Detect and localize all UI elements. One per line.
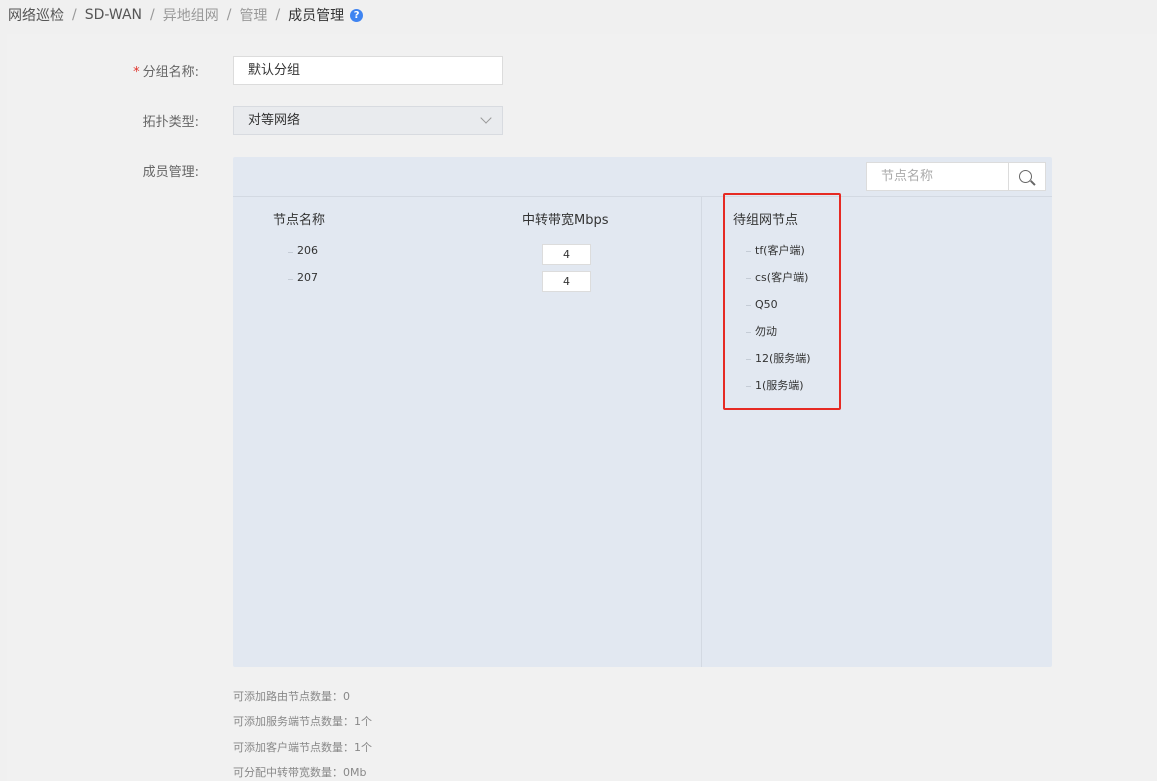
pending-node-item[interactable]: cs(客户端) [746,269,811,296]
pending-node-item[interactable]: Q50 [746,296,811,323]
member-management-panel: 节点名称 节点名称 中转带宽Mbps 待组网节点 206 4 207 4 tf(… [233,157,1052,667]
pending-node-label: 12(服务端) [755,352,811,365]
stat-server-nodes: 可添加服务端节点数量：1个 [233,715,372,728]
chevron-down-icon [480,112,492,124]
member-management-label: 成员管理: [142,165,199,180]
pending-node-item[interactable]: tf(客户端) [746,242,811,269]
member-toolbar: 节点名称 [233,157,1052,197]
stat-relay-bandwidth: 可分配中转带宽数量：0Mb [233,766,367,779]
group-name-label-text: 分组名称: [142,65,199,80]
breadcrumb-separator: / [150,7,155,23]
group-name-input[interactable]: 默认分组 [233,56,503,85]
bandwidth-column-header: 中转带宽Mbps [522,213,609,228]
pending-node-item[interactable]: 勿动 [746,323,811,350]
topology-label: 拓扑类型: [142,115,199,130]
column-divider [701,197,702,667]
node-name-column-header: 节点名称 [273,213,326,228]
pending-node-label: 1(服务端) [755,379,804,392]
pending-node-label: tf(客户端) [755,244,805,257]
breadcrumb-item-member-management: 成员管理 [288,8,345,24]
breadcrumb-separator: / [226,7,232,23]
breadcrumb-item-remote-network[interactable]: 异地组网 [163,5,219,25]
breadcrumb: 网络巡检 / SD-WAN / 异地组网 / 管理 / 成员管理 ? [8,4,364,26]
pending-node-item[interactable]: 12(服务端) [746,350,811,377]
bandwidth-input[interactable]: 4 [542,271,591,292]
group-name-label: * 分组名称: [99,61,199,80]
node-search-input[interactable]: 节点名称 [866,162,1008,191]
topology-select-value: 对等网络 [248,113,301,128]
pending-node-item[interactable]: 1(服务端) [746,377,811,404]
pending-nodes-list: tf(客户端) cs(客户端) Q50 勿动 12(服务端) 1(服务端) [746,242,811,404]
breadcrumb-separator: / [72,7,77,23]
breadcrumb-item-manage[interactable]: 管理 [239,5,267,25]
search-button[interactable] [1008,162,1046,191]
stat-client-nodes: 可添加客户端节点数量：1个 [233,741,372,754]
breadcrumb-item-sdwan[interactable]: SD-WAN [85,7,142,23]
member-node-name: 206 [297,244,318,257]
member-node-row[interactable]: 207 [288,271,318,284]
pending-node-label: 勿动 [755,325,777,338]
pending-node-label: Q50 [755,298,778,311]
required-mark: * [133,65,140,80]
topology-select[interactable]: 对等网络 [233,106,503,135]
stat-route-nodes: 可添加路由节点数量：0 [233,690,350,703]
member-node-row[interactable]: 206 [288,244,318,257]
pending-node-label: cs(客户端) [755,271,809,284]
bandwidth-input[interactable]: 4 [542,244,591,265]
help-icon[interactable]: ? [350,8,364,22]
pending-nodes-column-header: 待组网节点 [733,213,799,228]
breadcrumb-separator: / [275,7,281,23]
breadcrumb-item-network-inspection[interactable]: 网络巡检 [8,5,64,25]
member-node-name: 207 [297,271,318,284]
